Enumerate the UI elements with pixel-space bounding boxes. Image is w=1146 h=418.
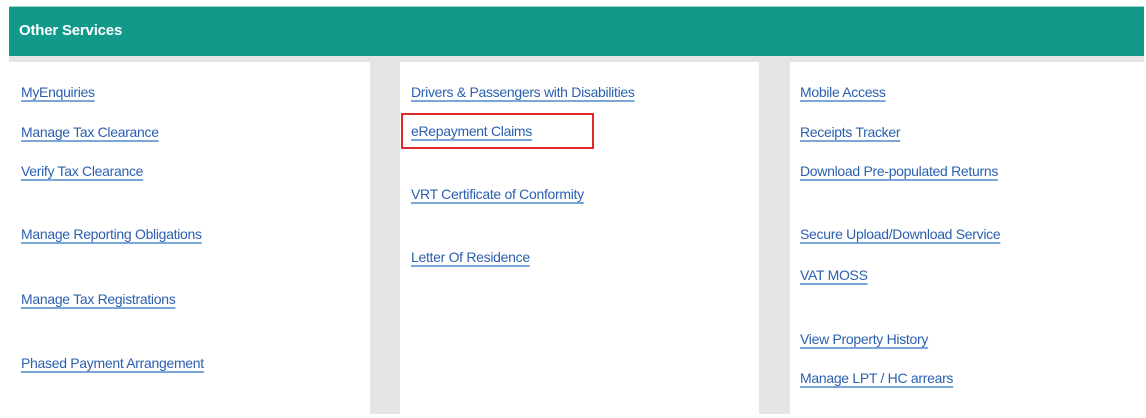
link-manage-tax-clearance[interactable]: Manage Tax Clearance <box>21 124 159 140</box>
link-erepayment-claims[interactable]: eRepayment Claims <box>411 123 532 139</box>
link-verify-tax-clearance[interactable]: Verify Tax Clearance <box>21 163 143 179</box>
link-manage-reporting-obligations[interactable]: Manage Reporting Obligations <box>21 226 202 242</box>
link-manage-tax-registrations[interactable]: Manage Tax Registrations <box>21 291 176 307</box>
link-receipts-tracker[interactable]: Receipts Tracker <box>800 124 901 140</box>
link-secure-upload-download-service[interactable]: Secure Upload/Download Service <box>800 226 1001 242</box>
link-view-property-history[interactable]: View Property History <box>800 331 928 347</box>
services-column-3: Mobile Access Receipts Tracker Download … <box>790 62 1144 414</box>
link-download-pre-populated-returns[interactable]: Download Pre-populated Returns <box>800 163 998 179</box>
other-services-panel: Other Services MyEnquiries Manage Tax Cl… <box>9 6 1144 414</box>
link-drivers-passengers-disabilities[interactable]: Drivers & Passengers with Disabilities <box>411 84 635 100</box>
link-phased-payment-arrangement[interactable]: Phased Payment Arrangement <box>21 355 204 371</box>
link-myenquiries[interactable]: MyEnquiries <box>21 84 95 100</box>
services-column-1: MyEnquiries Manage Tax Clearance Verify … <box>9 62 370 414</box>
link-letter-of-residence[interactable]: Letter Of Residence <box>411 249 530 265</box>
panel-header: Other Services <box>9 6 1144 56</box>
services-column-2: Drivers & Passengers with Disabilities e… <box>400 62 759 414</box>
link-vat-moss[interactable]: VAT MOSS <box>800 267 868 283</box>
link-mobile-access[interactable]: Mobile Access <box>800 84 886 100</box>
link-vrt-certificate-of-conformity[interactable]: VRT Certificate of Conformity <box>411 186 584 202</box>
link-manage-lpt-hc-arrears[interactable]: Manage LPT / HC arrears <box>800 370 953 386</box>
panel-title: Other Services <box>19 22 123 39</box>
